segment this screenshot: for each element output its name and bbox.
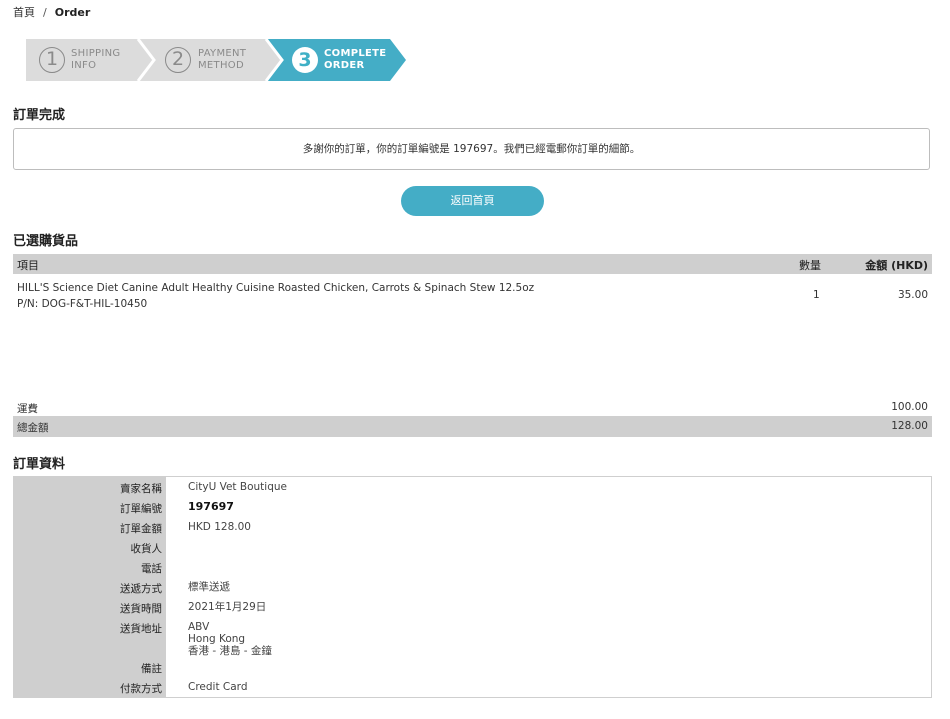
info-value: Credit Card: [188, 681, 248, 693]
breadcrumb: 首頁 / Order: [13, 4, 90, 20]
info-value: 標準送遞: [188, 581, 230, 593]
step-1-label-line1: SHIPPING: [71, 48, 121, 59]
info-label: 訂單編號: [120, 503, 162, 515]
item-part-number: P/N: DOG-F&T-HIL-10450: [17, 298, 148, 310]
info-label: 送貨時間: [120, 603, 162, 615]
shipping-fee-row: 運費 100.00: [13, 397, 932, 415]
address-line-3: 香港 - 港島 - 金鐘: [188, 645, 272, 657]
order-confirmation-message: 多謝你的訂單，你的訂單編號是 197697。我們已經電郵你訂單的細節。: [13, 128, 930, 170]
checkout-progress: 1 SHIPPING INFO 2 PAYMENT METHOD 3 COMPL…: [26, 39, 406, 81]
step-3-number: 3: [292, 47, 318, 73]
info-value: ABV Hong Kong 香港 - 港島 - 金鐘: [188, 621, 272, 657]
breadcrumb-current: Order: [54, 6, 91, 19]
item-quantity: 1: [813, 289, 820, 301]
item-amount: 35.00: [897, 289, 928, 301]
info-label: 付款方式: [120, 683, 162, 695]
step-3-label-line1: COMPLETE: [324, 48, 387, 59]
quantity-column-header: 數量: [799, 259, 821, 272]
shipping-fee-label: 運費: [17, 403, 38, 415]
info-value: CityU Vet Boutique: [188, 481, 287, 493]
info-value: 2021年1月29日: [188, 601, 267, 613]
step-2-label-line1: PAYMENT: [198, 48, 247, 59]
item-name[interactable]: HILL'S Science Diet Canine Adult Healthy…: [17, 280, 534, 296]
info-value: 197697: [188, 500, 234, 513]
info-value: HKD 128.00: [188, 521, 251, 533]
step-1-number: 1: [39, 47, 65, 73]
info-label: 備註: [141, 663, 162, 675]
info-label: 收貨人: [130, 543, 163, 555]
info-label: 訂單金額: [120, 523, 162, 535]
order-info-table: 賣家名稱 CityU Vet Boutique 訂單編號 197697 訂單金額…: [13, 476, 932, 698]
step-2-number: 2: [165, 47, 191, 73]
step-1-label: SHIPPING INFO: [71, 48, 120, 72]
order-complete-title: 訂單完成: [13, 108, 66, 123]
selected-items-title: 已選購貨品: [13, 234, 79, 249]
info-label: 送遞方式: [120, 583, 162, 595]
back-to-home-button[interactable]: 返回首頁: [401, 186, 544, 216]
info-label: 賣家名稱: [120, 483, 162, 495]
amount-column-header: 金額 (HKD): [865, 259, 928, 272]
order-info-title: 訂單資料: [13, 457, 66, 472]
step-1-label-line2: INFO: [71, 60, 97, 71]
step-2-label: PAYMENT METHOD: [198, 48, 246, 72]
total-amount-row: 總金額 128.00: [13, 416, 932, 437]
address-line-2: Hong Kong: [188, 633, 246, 645]
item-description: HILL'S Science Diet Canine Adult Healthy…: [17, 280, 534, 312]
step-2-label-line2: METHOD: [198, 60, 244, 71]
items-table-header: 項目 數量 金額 (HKD): [13, 254, 932, 274]
total-amount-value: 128.00: [891, 420, 928, 432]
total-amount-label: 總金額: [17, 422, 49, 434]
info-label: 電話: [141, 563, 162, 575]
item-column-header: 項目: [17, 259, 39, 272]
info-label: 送貨地址: [120, 623, 162, 635]
step-3-label: COMPLETE ORDER: [324, 48, 386, 72]
step-3-label-line2: ORDER: [324, 60, 365, 71]
breadcrumb-separator: /: [43, 6, 47, 19]
breadcrumb-home-link[interactable]: 首頁: [13, 6, 35, 19]
shipping-fee-value: 100.00: [891, 401, 928, 413]
address-line-1: ABV: [188, 621, 210, 633]
